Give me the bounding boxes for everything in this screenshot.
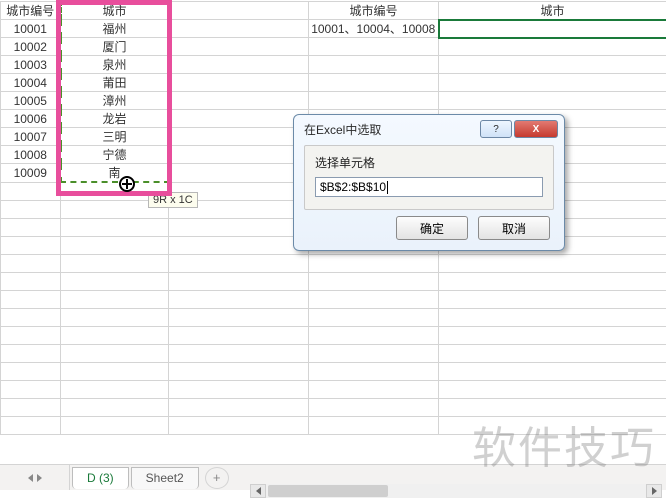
triangle-left-icon (256, 487, 261, 495)
col-b-header[interactable]: 城市 (61, 1, 169, 20)
dialog-title: 在Excel中选取 (304, 121, 381, 138)
scroll-right-button[interactable] (646, 484, 662, 498)
tab-nav-arrows[interactable] (0, 465, 70, 490)
cell-b8[interactable]: 三明 (61, 128, 169, 146)
cell-e2-active[interactable] (439, 20, 666, 38)
col-e-header[interactable]: 城市 (439, 1, 666, 20)
cell-a2[interactable]: 10001 (1, 20, 61, 38)
scroll-left-button[interactable] (250, 484, 266, 498)
sheet-tab-sheet2[interactable]: Sheet2 (131, 467, 199, 489)
tab-nav-left-icon (28, 474, 33, 482)
dialog-titlebar[interactable]: 在Excel中选取 ? X (294, 115, 564, 143)
cell-c2[interactable] (169, 20, 309, 38)
cell-range-input[interactable]: $B$2:$B$10 (315, 177, 543, 197)
cell-a5[interactable]: 10004 (1, 74, 61, 92)
col-a-header[interactable]: 城市编号 (1, 1, 61, 20)
add-sheet-button[interactable]: + (205, 467, 229, 489)
dialog-field-label: 选择单元格 (315, 154, 543, 171)
cell-a9[interactable]: 10008 (1, 146, 61, 164)
cell-b6[interactable]: 漳州 (61, 92, 169, 110)
scrollbar-thumb[interactable] (268, 485, 388, 497)
cell-b7[interactable]: 龙岩 (61, 110, 169, 128)
cell-a6[interactable]: 10005 (1, 92, 61, 110)
cell-b9[interactable]: 宁德 (61, 146, 169, 164)
text-caret-icon (387, 181, 388, 194)
cell-a8[interactable]: 10007 (1, 128, 61, 146)
triangle-right-icon (652, 487, 657, 495)
header-row: 城市编号 城市 城市编号 城市 (1, 1, 666, 20)
tab-nav-right-icon (37, 474, 42, 482)
cell-b5[interactable]: 莆田 (61, 74, 169, 92)
ok-button[interactable]: 确定 (396, 216, 468, 240)
dialog-help-button[interactable]: ? (480, 120, 512, 138)
cell-range-value: $B$2:$B$10 (320, 180, 386, 194)
cell-b10[interactable]: 南 (61, 164, 169, 183)
cell-a3[interactable]: 10002 (1, 38, 61, 56)
cell-b4[interactable]: 泉州 (61, 56, 169, 74)
cell-a7[interactable]: 10006 (1, 110, 61, 128)
cell-b2[interactable]: 福州 (61, 20, 169, 38)
cell-a4[interactable]: 10003 (1, 56, 61, 74)
dialog-body: 选择单元格 $B$2:$B$10 (304, 145, 554, 210)
col-d-header[interactable]: 城市编号 (309, 1, 439, 20)
col-c-header[interactable] (169, 1, 309, 20)
select-in-excel-dialog: 在Excel中选取 ? X 选择单元格 $B$2:$B$10 确定 取消 (293, 114, 565, 251)
cell-b3[interactable]: 厦门 (61, 38, 169, 56)
cell-a10[interactable]: 10009 (1, 164, 61, 183)
cancel-button[interactable]: 取消 (478, 216, 550, 240)
cell-d2[interactable]: 10001、10004、10008 (309, 20, 439, 38)
dialog-close-button[interactable]: X (514, 120, 558, 138)
horizontal-scrollbar[interactable] (250, 484, 662, 498)
sheet-tab-d3[interactable]: D (3) (72, 467, 129, 489)
selection-size-tooltip: 9R x 1C (148, 192, 198, 208)
